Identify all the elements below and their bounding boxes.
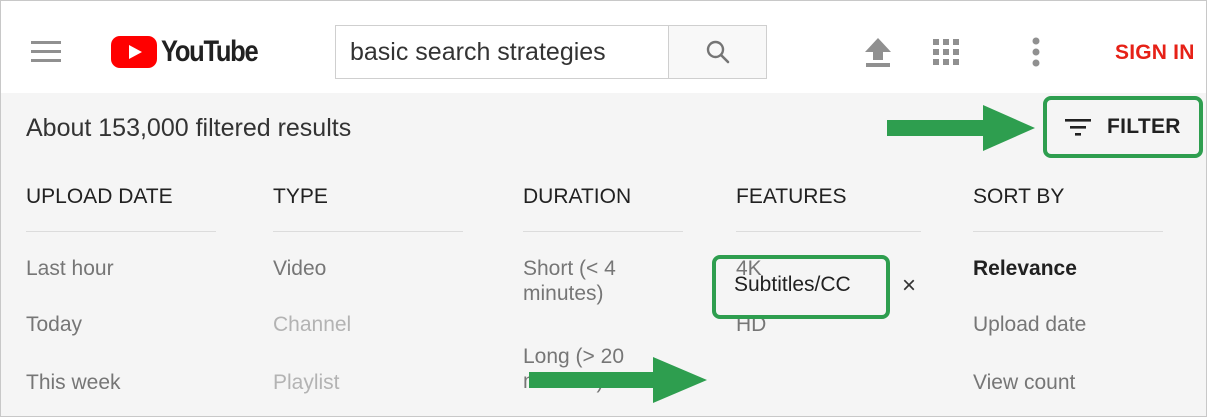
- column-header-type: TYPE: [273, 185, 328, 208]
- hamburger-menu-icon[interactable]: [31, 41, 61, 63]
- search-box: basic search strategies: [335, 25, 767, 79]
- column-header-upload-date: UPLOAD DATE: [26, 185, 173, 208]
- column-divider: [273, 231, 463, 232]
- filter-button[interactable]: FILTER: [1043, 96, 1203, 158]
- close-icon[interactable]: ×: [902, 272, 916, 300]
- sign-in-button[interactable]: SIGN IN: [1115, 41, 1195, 65]
- column-divider: [736, 231, 921, 232]
- filter-label: FILTER: [1107, 115, 1181, 138]
- filter-panel: About 153,000 filtered results FILTER UP…: [1, 93, 1206, 416]
- column-divider: [973, 231, 1163, 232]
- option-relevance[interactable]: Relevance: [973, 256, 1077, 281]
- option-today[interactable]: Today: [26, 312, 82, 337]
- column-divider: [523, 231, 683, 232]
- column-header-sort-by: SORT BY: [973, 185, 1065, 208]
- option-channel: Channel: [273, 313, 352, 336]
- masthead: YouTube basic search strategies SIGN IN: [1, 1, 1206, 93]
- option-upload-date[interactable]: Upload date: [973, 312, 1086, 337]
- youtube-play-icon: [111, 36, 157, 68]
- arrow-right-icon: [529, 357, 707, 403]
- apps-grid-icon[interactable]: [933, 39, 959, 65]
- option-video[interactable]: Video: [273, 256, 326, 281]
- column-header-duration: DURATION: [523, 185, 632, 208]
- option-subtitles-cc-highlight[interactable]: Subtitles/CC: [712, 255, 890, 319]
- more-vert-icon[interactable]: [1032, 37, 1040, 67]
- option-subtitles-cc[interactable]: Subtitles/CC: [734, 273, 851, 297]
- search-icon: [706, 40, 729, 64]
- arrow-right-icon: [887, 105, 1035, 151]
- logo-text: YouTube: [161, 35, 259, 68]
- column-divider: [26, 231, 216, 232]
- upload-icon[interactable]: [863, 36, 893, 68]
- column-header-features: FEATURES: [736, 185, 847, 208]
- option-short[interactable]: Short (< 4 minutes): [523, 256, 663, 306]
- option-last-hour[interactable]: Last hour: [26, 256, 114, 281]
- youtube-logo[interactable]: YouTube: [111, 35, 274, 69]
- option-view-count[interactable]: View count: [973, 370, 1075, 395]
- filter-icon: [1065, 119, 1091, 136]
- results-count: About 153,000 filtered results: [26, 114, 352, 142]
- search-button[interactable]: [668, 25, 767, 79]
- search-input[interactable]: basic search strategies: [335, 25, 668, 79]
- option-playlist: Playlist: [273, 371, 340, 394]
- option-this-week[interactable]: This week: [26, 370, 121, 395]
